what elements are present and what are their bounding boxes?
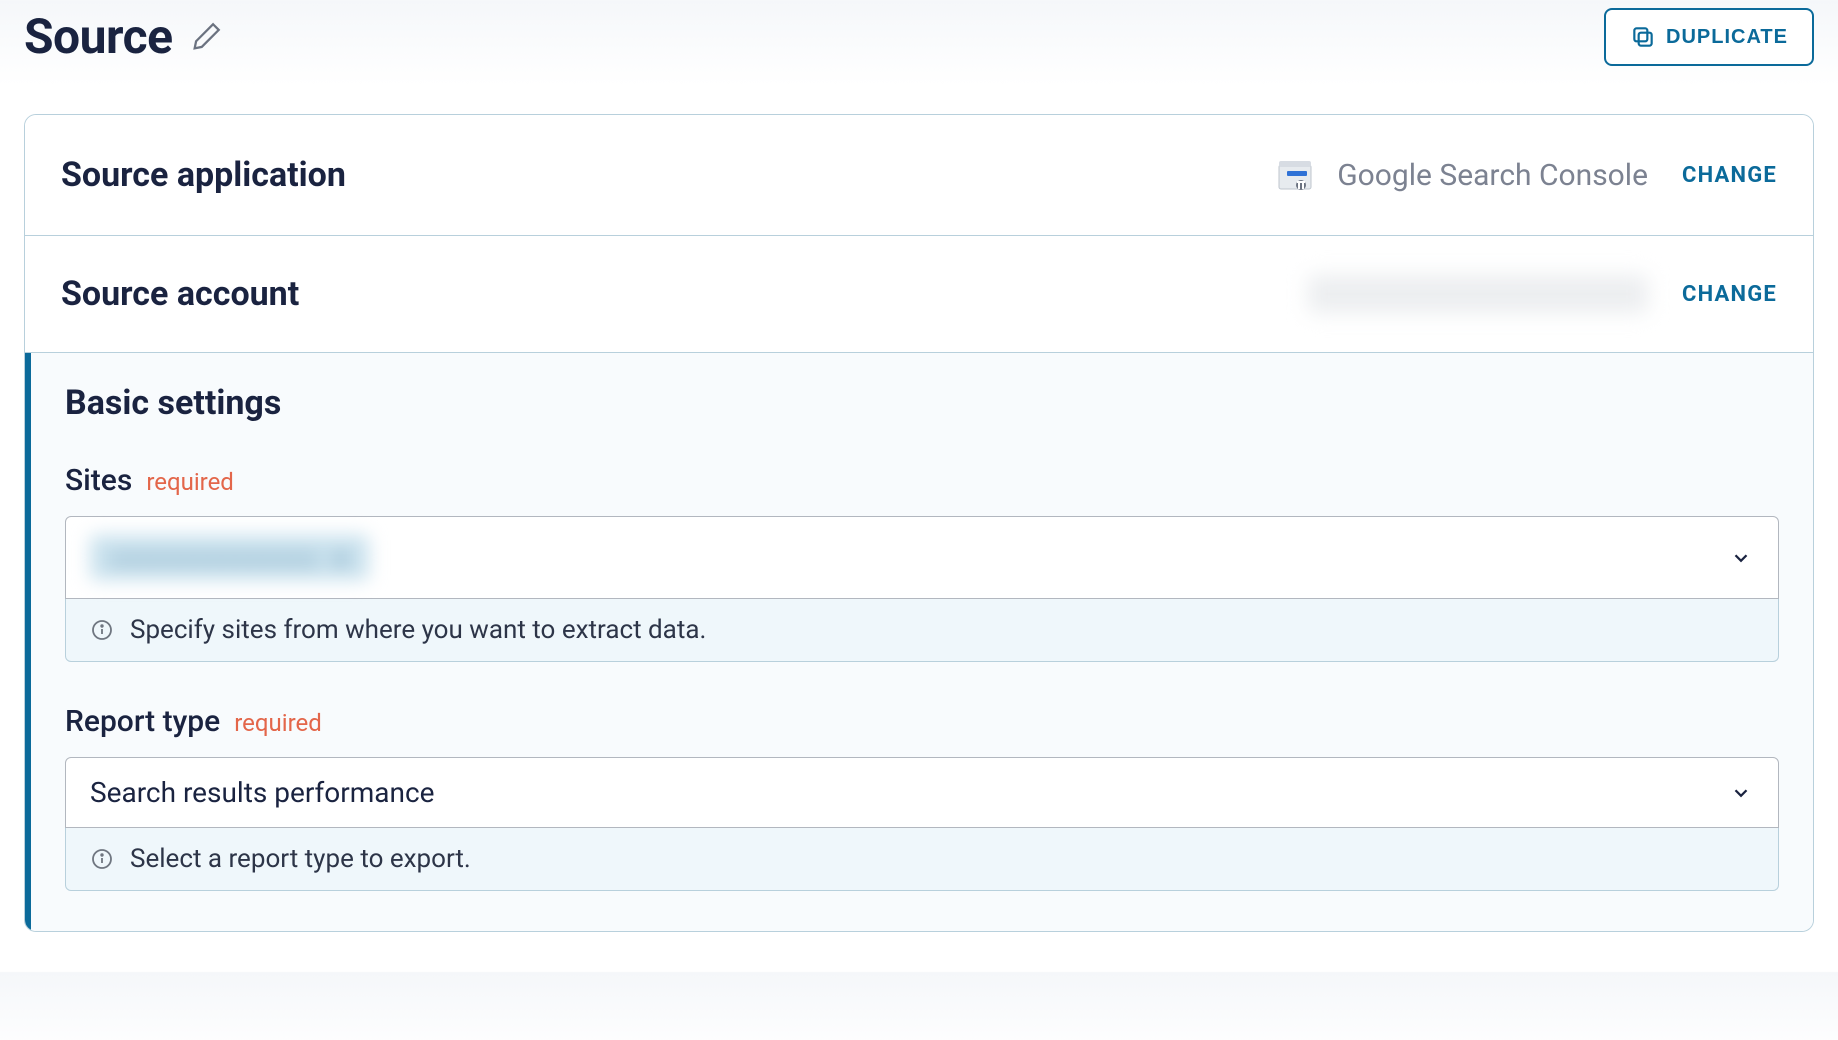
duplicate-button[interactable]: DUPLICATE — [1604, 8, 1814, 66]
report-type-select[interactable]: Search results performance — [65, 757, 1779, 828]
sites-select[interactable]: xxxxxxxxxxxxxxx ● — [65, 516, 1779, 599]
sites-hint-box: Specify sites from where you want to ext… — [65, 599, 1779, 662]
report-type-required-tag: required — [234, 709, 322, 737]
source-application-value: Google Search Console — [1337, 158, 1648, 193]
duplicate-icon — [1630, 24, 1656, 50]
sites-field: Sites required xxxxxxxxxxxxxxx ● — [65, 463, 1779, 662]
duplicate-label: DUPLICATE — [1666, 26, 1788, 49]
info-icon — [90, 618, 114, 642]
source-account-section: Source account CHANGE — [25, 236, 1813, 353]
source-card: Source application Go — [24, 114, 1814, 932]
report-type-field: Report type required Search results perf… — [65, 704, 1779, 891]
change-account-link[interactable]: CHANGE — [1682, 282, 1777, 307]
sites-hint-text: Specify sites from where you want to ext… — [130, 615, 706, 645]
sites-label: Sites — [65, 463, 132, 498]
edit-icon[interactable] — [189, 20, 223, 54]
report-type-hint-box: Select a report type to export. — [65, 828, 1779, 891]
info-icon — [90, 847, 114, 871]
page-title-wrap: Source — [24, 8, 223, 65]
basic-settings-heading: Basic settings — [65, 383, 1779, 423]
chevron-down-icon — [1730, 547, 1752, 569]
sites-required-tag: required — [146, 468, 234, 496]
page-title: Source — [24, 8, 173, 65]
report-type-label: Report type — [65, 704, 220, 739]
report-type-selected-value: Search results performance — [90, 776, 435, 809]
change-application-link[interactable]: CHANGE — [1682, 163, 1777, 188]
source-account-value — [1308, 275, 1648, 313]
sites-selected-pill: xxxxxxxxxxxxxxx ● — [90, 535, 369, 580]
source-application-label: Source application — [61, 155, 346, 195]
source-account-label: Source account — [61, 274, 299, 314]
chevron-down-icon — [1730, 782, 1752, 804]
source-application-value-group: Google Search Console — [1273, 153, 1648, 197]
page-header: Source DUPLICATE — [24, 0, 1814, 114]
gsc-logo-icon — [1273, 153, 1317, 197]
basic-settings-section: Basic settings Sites required xxxxxxxxxx… — [25, 353, 1813, 931]
report-type-hint-text: Select a report type to export. — [130, 844, 471, 874]
source-application-section: Source application Go — [25, 115, 1813, 236]
